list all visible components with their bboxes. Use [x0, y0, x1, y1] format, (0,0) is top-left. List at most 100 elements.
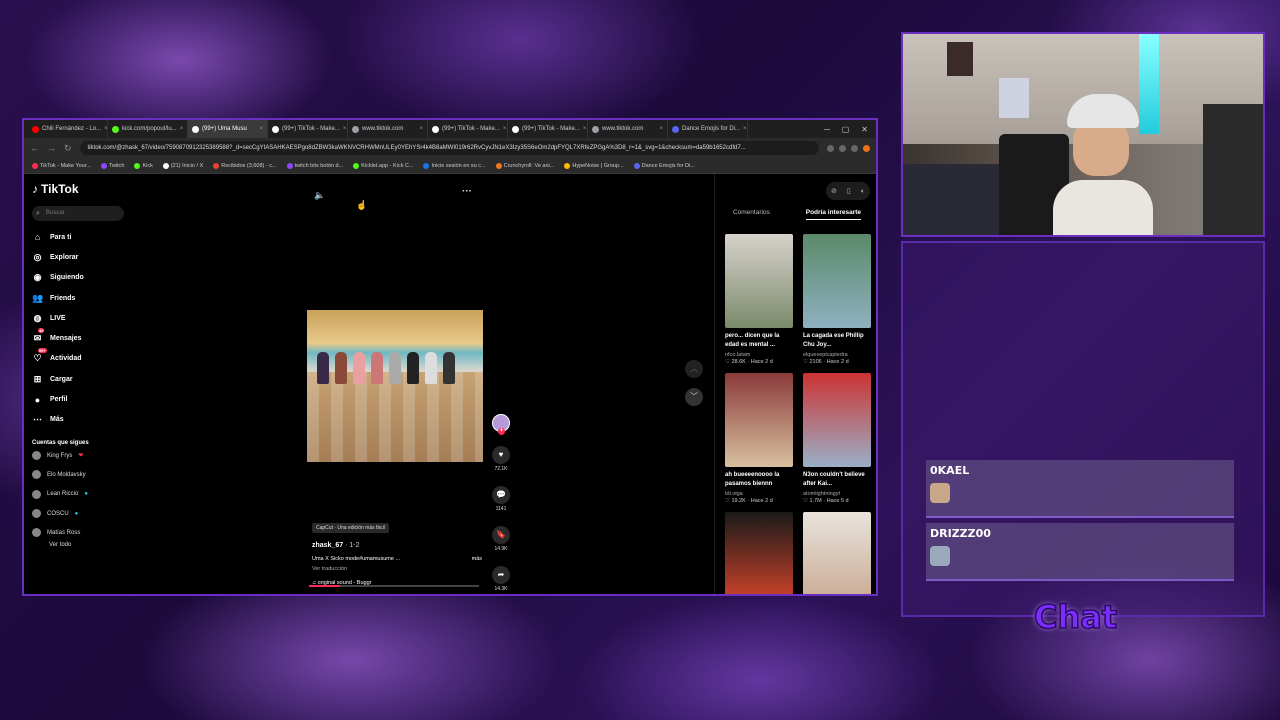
bookmark-item[interactable]: HypeNoise | Group...	[564, 162, 624, 169]
bookmark-item[interactable]: TikTok - Make Your...	[32, 162, 91, 169]
bookmark-item[interactable]: Kicklet.app - Kick C...	[353, 162, 413, 169]
following-account[interactable]: Lean Riccio ●	[32, 485, 126, 504]
video-thumbnail[interactable]	[803, 373, 871, 467]
video-thumbnail[interactable]	[803, 234, 871, 328]
extension-icon[interactable]	[851, 144, 858, 152]
tiktok-logo[interactable]: ♪ TikTok	[32, 182, 126, 196]
browser-tab[interactable]: Chili Fernández - Lo... ×	[28, 120, 108, 138]
tab-close-icon[interactable]: ×	[343, 126, 347, 132]
user-avatar-icon[interactable]: ◐	[861, 188, 865, 195]
volume-icon[interactable]: 🔈	[314, 190, 325, 201]
coin-icon[interactable]: ⊘	[831, 187, 837, 195]
comment-button[interactable]: 💬	[492, 486, 510, 504]
options-icon[interactable]: ···	[462, 186, 472, 197]
creator-avatar[interactable]: +	[492, 414, 510, 435]
tab-close-icon[interactable]: ×	[659, 126, 663, 132]
extension-icon[interactable]	[839, 144, 846, 152]
following-account[interactable]: Elo Moldavsky	[32, 465, 126, 484]
maximize-icon[interactable]: ▢	[842, 125, 850, 134]
sidebar-item-friends[interactable]: 👥 Friends	[32, 288, 126, 308]
card-user[interactable]: nfco.latam	[725, 352, 793, 358]
bookmark-button[interactable]: 🔖	[492, 526, 510, 544]
translate-link[interactable]: Ver traducción	[312, 566, 482, 572]
close-icon[interactable]: ✕	[861, 125, 868, 134]
card-user[interactable]: tdi.olga	[725, 491, 793, 497]
see-all-link[interactable]: Ver todo	[49, 542, 126, 548]
previous-video-button[interactable]: ︿	[685, 360, 703, 378]
video-author[interactable]: zhask_67 · 1-2	[312, 542, 482, 549]
browser-tab[interactable]: (99+) TikTok - Make... ×	[268, 120, 348, 138]
extension-icon[interactable]	[827, 144, 834, 152]
forward-icon[interactable]: →	[47, 143, 56, 153]
sidebar-item-explorar[interactable]: ◎ Explorar	[32, 247, 126, 267]
minimize-icon[interactable]: ─	[824, 125, 830, 134]
browser-tab[interactable]: www.tiktok.com ×	[588, 120, 668, 138]
browser-tab[interactable]: (99+) TikTok - Make... ×	[428, 120, 508, 138]
description-text: Uma X Sicko mode#umamusume ...	[312, 556, 401, 562]
video-progress-bar[interactable]	[309, 585, 479, 587]
webcam-feed	[901, 32, 1265, 237]
following-account[interactable]: Matías Ross	[32, 523, 126, 542]
video-thumbnail[interactable]	[725, 512, 793, 594]
following-account[interactable]: King Frys ❤	[32, 446, 126, 465]
tiktok-sidebar: ♪ TikTok ⌕ Buscar ⌂ Para ti ◎ Explorar ◉ Sigu…	[24, 174, 134, 594]
sidebar-item-mensajes[interactable]: ✉ 49 Mensajes	[32, 328, 126, 348]
sidebar-item-parati[interactable]: ⌂ Para ti	[32, 227, 126, 247]
reload-icon[interactable]: ↻	[64, 143, 72, 154]
capcut-tag[interactable]: CapCut · Una edición más fácil	[312, 523, 389, 533]
recommended-video-card[interactable]	[803, 512, 871, 594]
video-thumbnail[interactable]	[725, 373, 793, 467]
following-account[interactable]: COSCU ●	[32, 504, 126, 523]
recommended-video-card[interactable]	[725, 512, 793, 594]
browser-tab[interactable]: kick.com/popout/lu... ×	[108, 120, 188, 138]
bookmark-item[interactable]: Recibidos (3,608) - c...	[213, 162, 277, 169]
more-link[interactable]: más	[472, 556, 482, 562]
bookmark-item[interactable]: Crunchyroll: Ve ani...	[495, 162, 554, 169]
video-player[interactable]	[307, 310, 483, 462]
recommended-video-card[interactable]: pero... dicen que la edad es mental ... n…	[725, 234, 793, 365]
tab-close-icon[interactable]: ×	[583, 126, 587, 132]
search-input[interactable]: ⌕ Buscar	[32, 206, 124, 221]
like-button[interactable]: ♥	[492, 446, 510, 464]
card-user[interactable]: atomlightningyt	[803, 491, 871, 497]
tab-comments[interactable]: Comentarios	[733, 209, 770, 220]
browser-tab[interactable]: (99+) TikTok - Make... ×	[508, 120, 588, 138]
bookmark-item[interactable]: Inicie sesión en su c...	[423, 162, 486, 169]
url-field[interactable]: tiktok.com/@zhask_67/video/7590870912325…	[79, 141, 819, 155]
next-video-button[interactable]: ﹀	[685, 388, 703, 406]
tab-close-icon[interactable]: ×	[180, 126, 184, 132]
sidebar-item-cargar[interactable]: ⊞ Cargar	[32, 369, 126, 389]
share-button[interactable]: ➦	[492, 566, 510, 584]
browser-tab[interactable]: www.tiktok.com ×	[348, 120, 428, 138]
author-name[interactable]: zhask_67	[312, 542, 343, 549]
sidebar-item-siguiendo[interactable]: ◉ Siguiendo	[32, 268, 126, 288]
browser-tab[interactable]: Dance Emojis for Di... ×	[668, 120, 748, 138]
tab-recommended[interactable]: Podría interesarte	[805, 209, 862, 220]
sidebar-item-live[interactable]: ◍ LIVE	[32, 308, 126, 328]
bookmark-item[interactable]: twitch bits botón d...	[286, 162, 343, 169]
browser-tab[interactable]: (99+) Uma Musu ×	[188, 120, 268, 138]
tab-close-icon[interactable]: ×	[259, 126, 263, 132]
device-icon[interactable]: ▯	[847, 187, 851, 195]
video-thumbnail[interactable]	[725, 234, 793, 328]
tab-close-icon[interactable]: ×	[503, 126, 507, 132]
recommended-video-card[interactable]: ah bueeeenoooo la pasamos biennn tdi.olga…	[725, 373, 793, 504]
bookmark-item[interactable]: Kick	[134, 162, 153, 169]
tab-close-icon[interactable]: ×	[419, 126, 423, 132]
sidebar-item-perfil[interactable]: ● Perfil	[32, 389, 126, 409]
recommended-video-card[interactable]: La cagada ese Phillip Chu Joy... elquesep…	[803, 234, 871, 365]
tab-favicon-icon	[112, 125, 119, 133]
video-thumbnail[interactable]	[803, 512, 871, 594]
bookmark-item[interactable]: Twitch	[100, 162, 124, 169]
back-icon[interactable]: ←	[30, 143, 39, 153]
card-user[interactable]: elquesepicapiedra	[803, 352, 871, 358]
bookmark-item[interactable]: Dance Emojis for Di...	[633, 162, 695, 169]
follow-plus-icon[interactable]: +	[498, 428, 505, 435]
recommended-video-card[interactable]: N3on couldn't believe after Kai... atomli…	[803, 373, 871, 504]
bookmark-item[interactable]: (21) Inicio / X	[162, 162, 203, 169]
profile-icon[interactable]	[863, 144, 870, 152]
tab-close-icon[interactable]: ×	[743, 126, 747, 132]
account-name: Matías Ross	[47, 529, 81, 536]
sidebar-item-ms[interactable]: ⋯ Más	[32, 410, 126, 430]
sidebar-item-actividad[interactable]: ♡ 99+ Actividad	[32, 348, 126, 369]
